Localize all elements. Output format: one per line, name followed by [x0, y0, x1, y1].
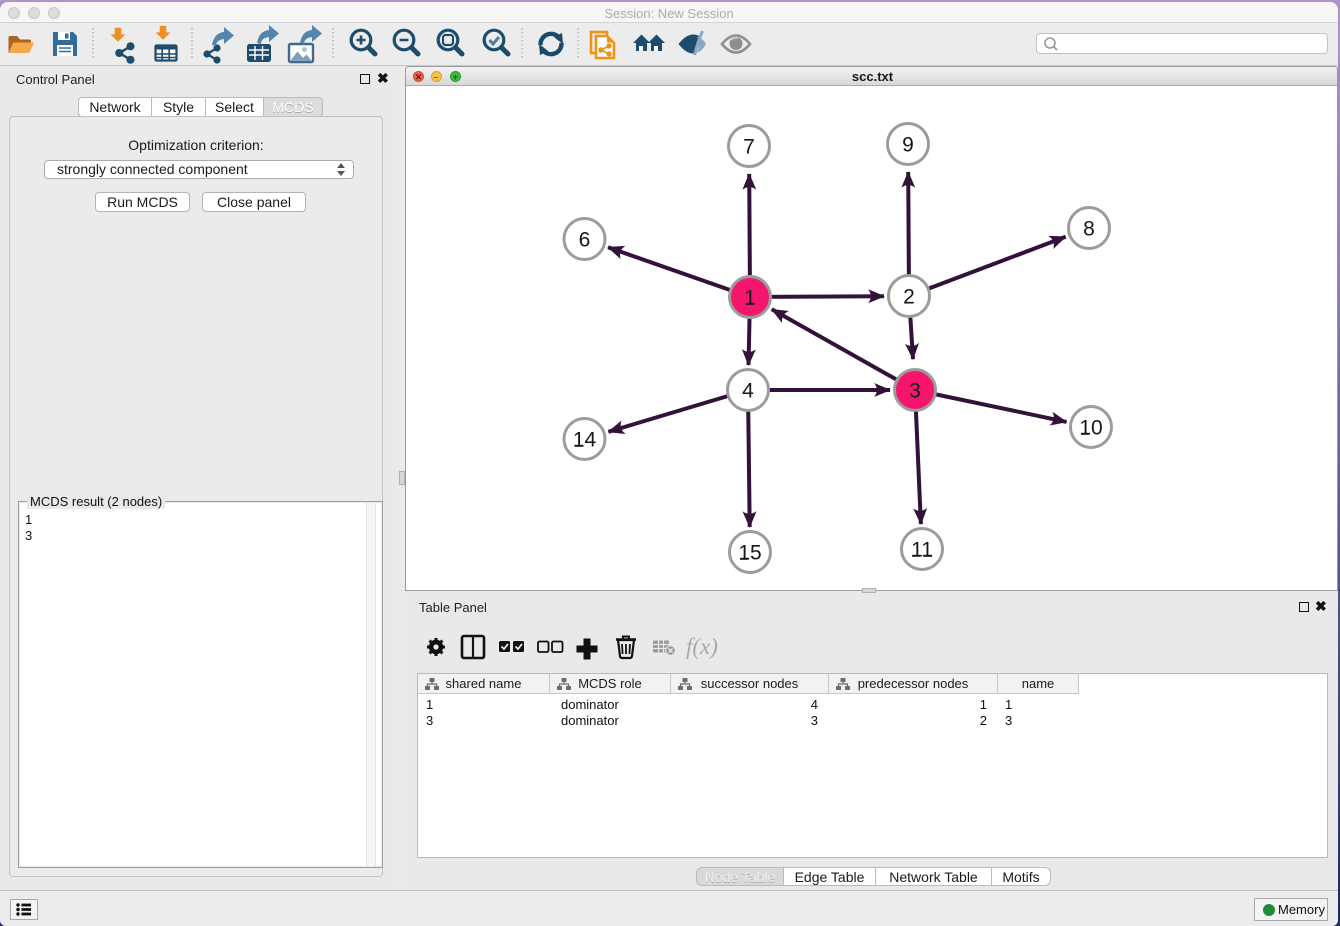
svg-text:2: 2	[903, 286, 915, 309]
svg-text:f(x): f(x)	[686, 634, 718, 659]
svg-text:1: 1	[744, 287, 756, 310]
svg-text:7: 7	[743, 136, 755, 159]
svg-text:3: 3	[909, 380, 921, 403]
svg-text:15: 15	[738, 542, 761, 565]
svg-text:11: 11	[911, 539, 933, 562]
svg-text:8: 8	[1083, 218, 1095, 241]
svg-text:4: 4	[742, 380, 754, 403]
svg-text:9: 9	[902, 134, 914, 157]
svg-text:6: 6	[579, 229, 591, 252]
svg-text:10: 10	[1079, 417, 1102, 440]
svg-text:14: 14	[573, 429, 597, 452]
